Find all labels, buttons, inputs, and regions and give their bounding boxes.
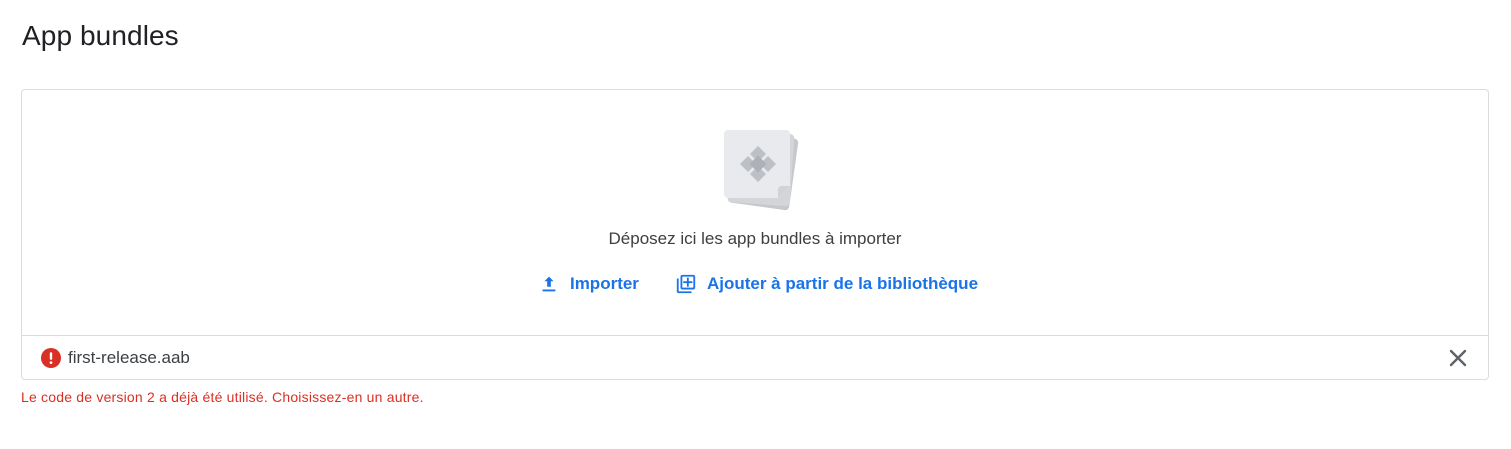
section-title: App bundles — [22, 20, 179, 51]
dropzone-actions: Importer Ajouter à partir de la biblioth… — [22, 273, 1488, 295]
add-from-library-label: Ajouter à partir de la bibliothèque — [706, 274, 979, 293]
error-icon — [41, 348, 61, 368]
upload-icon — [542, 276, 556, 292]
upload-button[interactable]: Importer — [532, 273, 639, 295]
uploaded-file-row: first-release.aab — [22, 336, 1488, 380]
add-from-library-button[interactable]: Ajouter à partir de la bibliothèque — [669, 273, 978, 295]
dropzone[interactable]: Déposez ici les app bundles à importer I… — [22, 90, 1488, 336]
file-name: first-release.aab — [68, 348, 190, 367]
error-message: Le code de version 2 a déjà été utilisé.… — [21, 389, 424, 405]
app-bundles-page: App bundles Déposez ici les app bundles … — [0, 0, 1511, 449]
upload-button-label: Importer — [569, 274, 639, 293]
app-bundle-icon — [724, 130, 799, 211]
library-add-icon — [676, 274, 696, 294]
bundle-upload-card: Déposez ici les app bundles à importer I… — [21, 89, 1489, 380]
dropzone-hint: Déposez ici les app bundles à importer — [608, 229, 902, 248]
close-icon[interactable] — [1446, 346, 1470, 370]
